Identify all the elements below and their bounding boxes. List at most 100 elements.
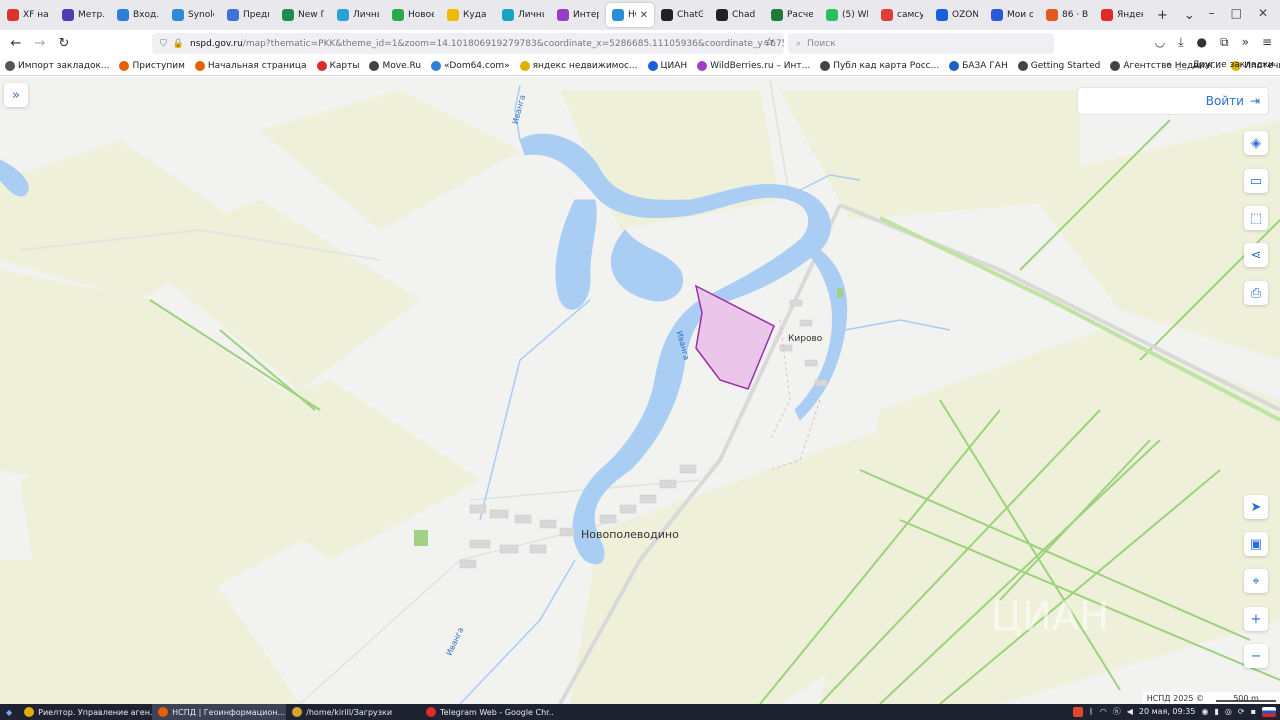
locate-button[interactable]: ➤ bbox=[1244, 495, 1268, 519]
telegram-tray-icon[interactable]: ◉ bbox=[1202, 707, 1209, 716]
tab[interactable]: Личнь... bbox=[331, 3, 385, 27]
tab[interactable]: OZON... bbox=[930, 3, 984, 27]
back-button[interactable]: ← bbox=[4, 36, 28, 51]
volume-icon[interactable]: ◀ bbox=[1127, 707, 1133, 716]
bookmark-item[interactable]: WildBerries.ru – Инт... bbox=[692, 60, 815, 71]
tab-close-icon[interactable]: ✕ bbox=[640, 10, 648, 21]
tab-label: Интер... bbox=[573, 10, 599, 20]
tab-active[interactable]: НСП ✕ bbox=[606, 3, 654, 27]
pocket-icon[interactable]: ◡ bbox=[1155, 35, 1165, 50]
map-view[interactable]: ЦИАН » Войти ⇥ ◈ ▭ ⬚ ⋖ ⎙ ➤ ▣ ⌖ + − Киров… bbox=[0, 77, 1280, 704]
new-tab-button[interactable]: + bbox=[1149, 8, 1176, 23]
taskbar-item[interactable]: Риелтор. Управление аген... bbox=[18, 704, 152, 720]
bookmark-item[interactable]: Публ кад карта Росс... bbox=[815, 60, 944, 71]
battery-icon[interactable]: ▮ bbox=[1214, 707, 1218, 716]
tab[interactable]: (5) Wh... bbox=[820, 3, 874, 27]
tab[interactable]: Метр... bbox=[56, 3, 110, 27]
zoom-in-button[interactable]: + bbox=[1244, 607, 1268, 631]
tab[interactable]: Расчет... bbox=[765, 3, 819, 27]
tab-label: Личны... bbox=[518, 10, 544, 20]
tab[interactable]: New Гр... bbox=[276, 3, 330, 27]
tab[interactable]: Chad А... bbox=[710, 3, 764, 27]
bookmark-item[interactable]: БАЗА ГАН bbox=[944, 60, 1013, 71]
taskbar-item[interactable]: НСПД | Геоинформацион... bbox=[152, 704, 287, 720]
bookmark-item[interactable]: Getting Started bbox=[1013, 60, 1106, 71]
tab[interactable]: Вход... bbox=[111, 3, 165, 27]
print-icon: ⎙ bbox=[1250, 285, 1262, 301]
bookmarks-chevron-icon[interactable]: » bbox=[1166, 60, 1172, 75]
clock[interactable]: 20 мая, 09:35 bbox=[1139, 707, 1196, 716]
tray-app-icon[interactable] bbox=[1072, 706, 1083, 717]
lock-icon: 🔒 bbox=[172, 38, 184, 49]
start-menu-icon[interactable]: ◆ bbox=[0, 708, 18, 717]
layers-icon: ◈ bbox=[1251, 135, 1261, 151]
language-flag-icon[interactable] bbox=[1262, 706, 1276, 717]
share-button[interactable]: ⋖ bbox=[1244, 243, 1268, 267]
tab-favicon-icon bbox=[117, 9, 129, 21]
login-button[interactable]: Войти ⇥ bbox=[1077, 87, 1269, 115]
bookmark-item[interactable]: Move.Ru bbox=[364, 60, 426, 71]
close-window-icon[interactable]: ✕ bbox=[1258, 6, 1268, 20]
chrome-tray-icon[interactable]: ◎ bbox=[1225, 707, 1232, 716]
taskbar-item[interactable]: Telegram Web - Google Chr... bbox=[420, 704, 554, 720]
tab[interactable]: Synolo... bbox=[166, 3, 220, 27]
tab-list-chevron-icon[interactable]: ⌄ bbox=[1176, 8, 1203, 23]
ruler-button[interactable]: ▭ bbox=[1244, 169, 1268, 193]
bookmark-item[interactable]: Приступим bbox=[114, 60, 189, 71]
tab[interactable]: Яндек... bbox=[1095, 3, 1149, 27]
print-button[interactable]: ⎙ bbox=[1244, 281, 1268, 305]
search-input[interactable]: ⌕ Поиск bbox=[788, 33, 1054, 54]
layers-button[interactable]: ◈ bbox=[1244, 131, 1268, 155]
wifi-icon[interactable]: ◠ bbox=[1100, 707, 1107, 716]
forward-button[interactable]: → bbox=[28, 36, 52, 51]
bookmark-item[interactable]: Карты bbox=[312, 60, 365, 71]
tab[interactable]: ChatG... bbox=[655, 3, 709, 27]
download-icon[interactable]: ⤓ bbox=[1178, 35, 1183, 50]
maximize-icon[interactable]: □ bbox=[1231, 6, 1242, 20]
overflow-chevron-icon[interactable]: » bbox=[1242, 35, 1249, 50]
expand-panel-button[interactable]: » bbox=[4, 83, 28, 107]
account-icon[interactable]: ● bbox=[1197, 35, 1207, 50]
bookmark-item[interactable]: Начальная страница bbox=[190, 60, 312, 71]
bookmark-item[interactable]: ЦИАН bbox=[643, 60, 693, 71]
place-label-novopolevodino: Новополеводино bbox=[581, 528, 679, 541]
search-location-button[interactable]: ⌖ bbox=[1244, 569, 1268, 593]
login-label: Войти bbox=[1205, 94, 1244, 108]
tab-favicon-icon bbox=[337, 9, 349, 21]
tab[interactable]: XF на ... bbox=[1, 3, 55, 27]
bookmark-star-icon[interactable]: ☆ bbox=[764, 35, 775, 49]
bookmark-item[interactable]: яндекс недвижимос... bbox=[515, 60, 643, 71]
tab-label: (5) Wh... bbox=[842, 10, 868, 20]
bookmark-item[interactable]: Импорт закладок... bbox=[0, 60, 114, 71]
disk-icon[interactable]: ▪ bbox=[1251, 707, 1256, 716]
tab[interactable]: Личны... bbox=[496, 3, 550, 27]
tab-favicon-icon bbox=[716, 9, 728, 21]
tab[interactable]: Новое... bbox=[386, 3, 440, 27]
select-area-button[interactable]: ⬚ bbox=[1244, 206, 1268, 230]
tab-label: New Гр... bbox=[298, 10, 324, 20]
tab[interactable]: Куда с... bbox=[441, 3, 495, 27]
taskbar-item[interactable]: /home/kirill/Загрузки bbox=[286, 704, 420, 720]
bookmark-item[interactable]: «Dom64.com» bbox=[426, 60, 515, 71]
tab-label: Chad А... bbox=[732, 10, 758, 20]
hp-icon[interactable]: ⓗ bbox=[1113, 706, 1121, 717]
tab[interactable]: 86 · Вх... bbox=[1040, 3, 1094, 27]
menu-icon[interactable]: ≡ bbox=[1262, 35, 1272, 50]
other-bookmarks[interactable]: Другие закладки bbox=[1192, 60, 1274, 75]
extensions-icon[interactable]: ⧉ bbox=[1220, 35, 1229, 50]
tab[interactable]: Мои о... bbox=[985, 3, 1039, 27]
tab[interactable]: самсу... bbox=[875, 3, 929, 27]
bluetooth-icon[interactable]: ᛒ bbox=[1089, 707, 1094, 716]
zoom-out-button[interactable]: − bbox=[1244, 644, 1268, 668]
tab[interactable]: Предв... bbox=[221, 3, 275, 27]
minimize-icon[interactable]: – bbox=[1209, 6, 1215, 20]
bookmarks-overflow: » 🗀 Другие закладки bbox=[1166, 60, 1274, 75]
shield-icon: ⛉ bbox=[160, 38, 167, 49]
minimap-button[interactable]: ▣ bbox=[1244, 532, 1268, 556]
taskbar-item-label: НСПД | Геоинформацион... bbox=[172, 707, 286, 717]
tab-favicon-icon bbox=[502, 9, 514, 21]
reload-button[interactable]: ↻ bbox=[52, 36, 76, 51]
address-bar[interactable]: ⛉ 🔒 nspd.gov.ru/map?thematic=PKK&theme_i… bbox=[152, 33, 784, 54]
tab[interactable]: Интер... bbox=[551, 3, 605, 27]
update-icon[interactable]: ⟳ bbox=[1238, 707, 1245, 716]
